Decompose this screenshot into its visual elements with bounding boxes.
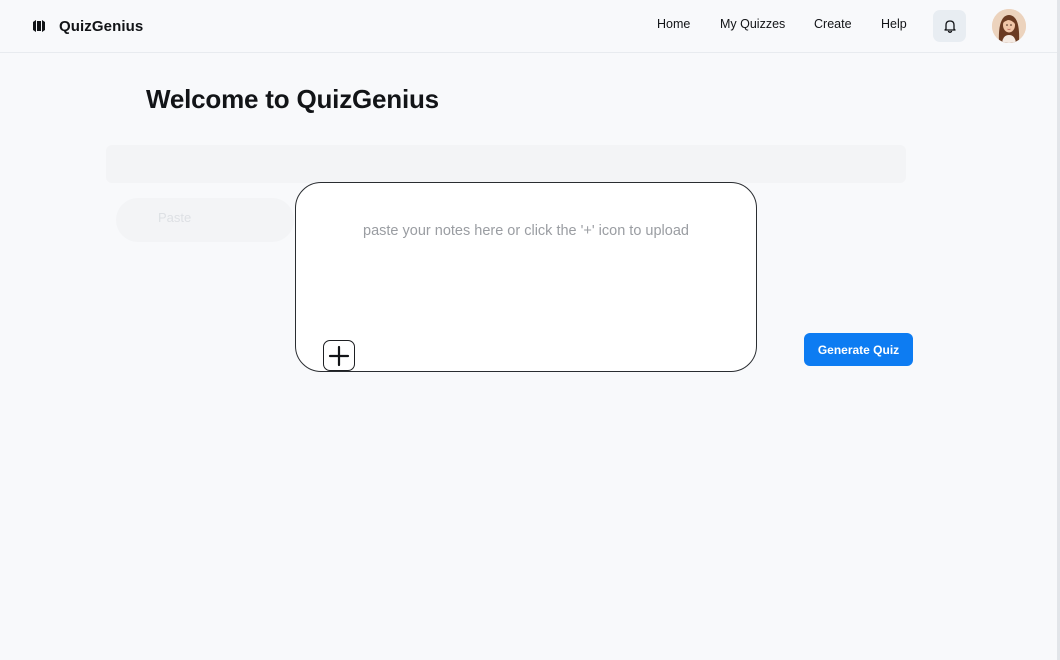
plus-icon — [328, 345, 350, 367]
faded-background-panel — [106, 145, 906, 183]
notes-panel — [295, 182, 757, 372]
notifications-button[interactable] — [933, 10, 966, 42]
nav-help[interactable]: Help — [881, 17, 907, 31]
top-header: QuizGenius Home My Quizzes Create Help — [0, 0, 1060, 53]
nav-home[interactable]: Home — [657, 17, 690, 31]
app-name: QuizGenius — [59, 17, 144, 35]
nav-create[interactable]: Create — [814, 17, 852, 31]
bell-icon — [942, 18, 958, 34]
page: QuizGenius Home My Quizzes Create Help W… — [0, 0, 1060, 660]
page-title: Welcome to QuizGenius — [146, 84, 439, 114]
upload-button[interactable] — [323, 340, 355, 371]
logo-icon — [32, 19, 46, 33]
generate-quiz-button[interactable]: Generate Quiz — [804, 333, 913, 366]
notes-input[interactable] — [318, 223, 734, 333]
faded-background-field — [116, 198, 294, 242]
faded-background-text: Paste — [158, 210, 192, 225]
nav-my-quizzes[interactable]: My Quizzes — [720, 17, 785, 31]
user-avatar[interactable] — [992, 9, 1026, 43]
brand[interactable]: QuizGenius — [32, 14, 143, 38]
